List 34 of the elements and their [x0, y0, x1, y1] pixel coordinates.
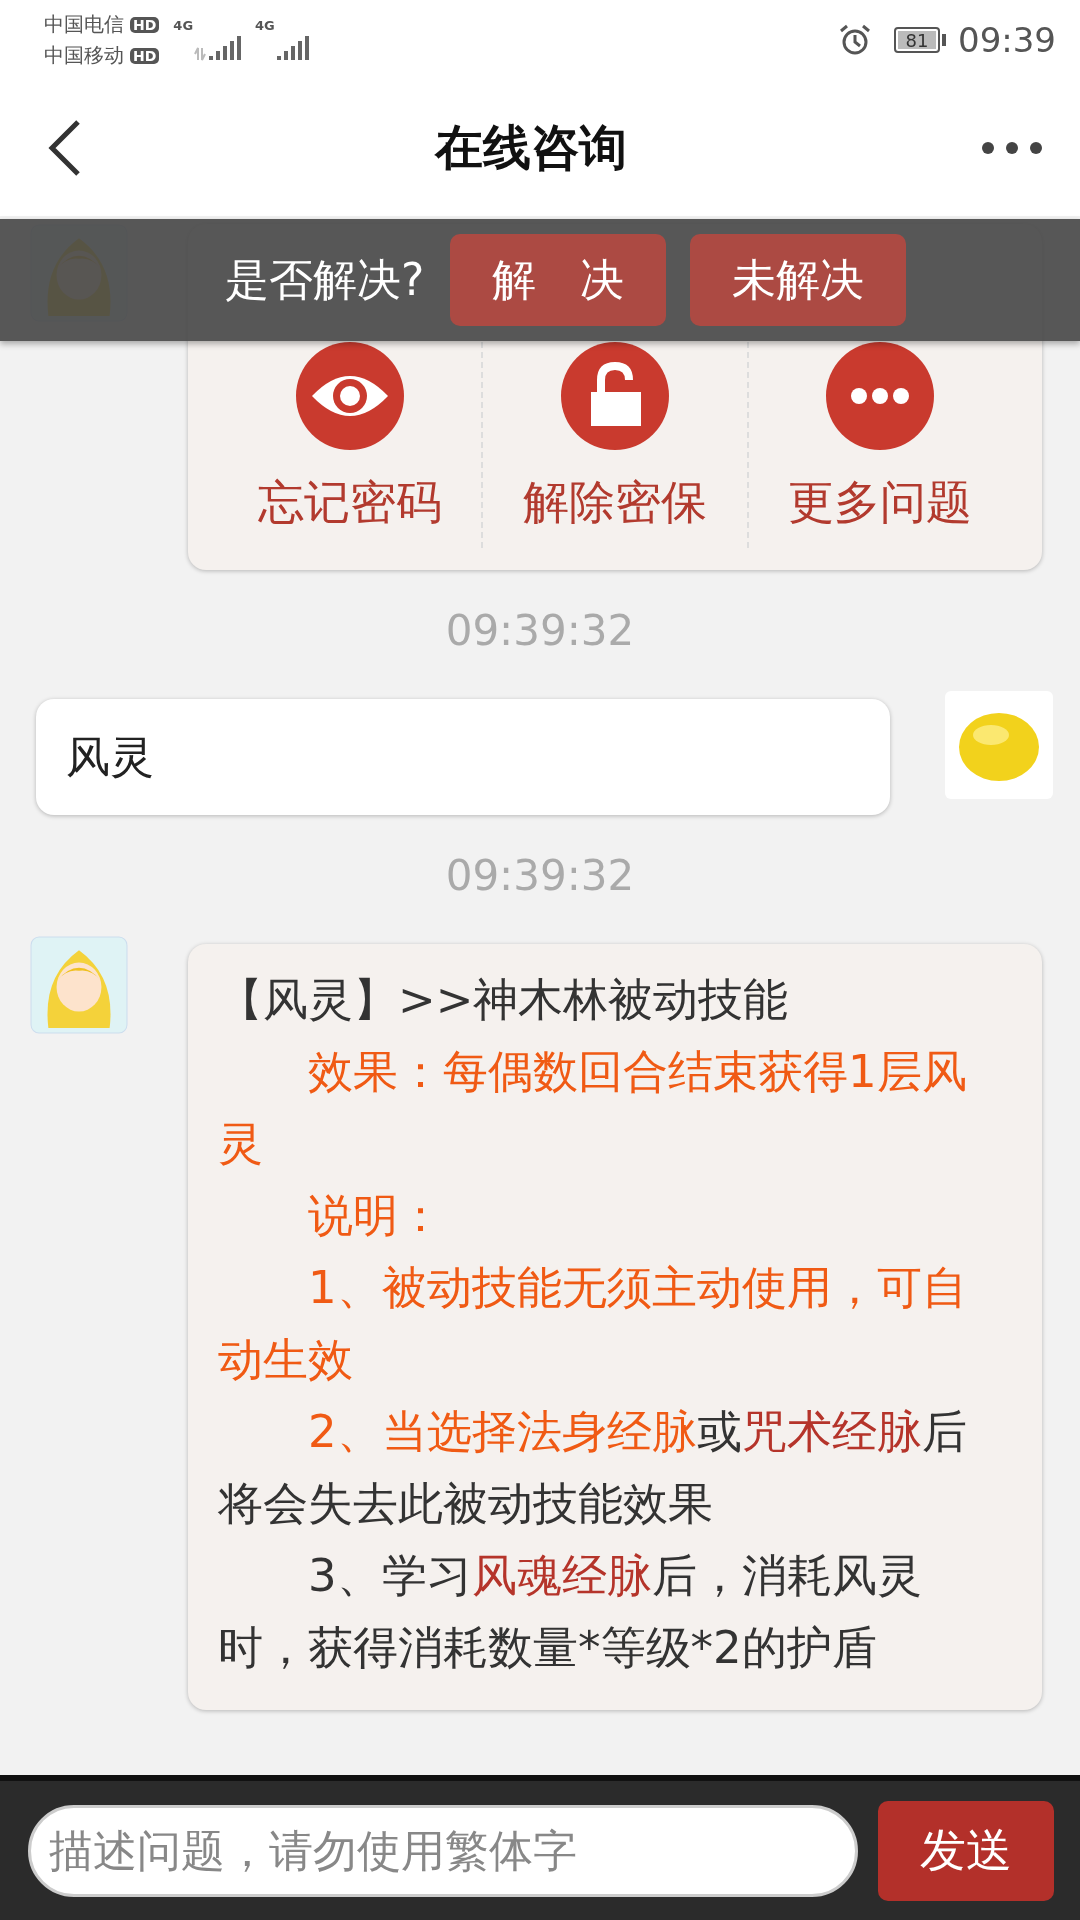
unlock-icon — [561, 342, 669, 450]
message-text: 1、被动技能无须主动使用，可自动生效 — [218, 1260, 968, 1388]
clock: 09:39 — [958, 20, 1056, 60]
more-icon — [826, 342, 935, 450]
send-button[interactable]: 发送 — [878, 1800, 1054, 1901]
resolve-button[interactable]: 未解决 — [690, 234, 907, 326]
hd-badge: HD — [130, 16, 160, 33]
menu-option[interactable]: 解除密保 — [483, 342, 749, 548]
avatar-icon — [30, 936, 128, 1034]
message-text: 2、当选择法身经脉或咒术经脉后将会失去此被动技能效果 — [218, 1404, 968, 1532]
hd-badge: HD — [130, 47, 160, 64]
message-text: 效果：每偶数回合结束获得1层风灵 — [218, 1044, 968, 1172]
message-input[interactable]: 描述问题，请勿使用繁体字 — [28, 1804, 858, 1897]
battery-level: 81 — [898, 31, 936, 49]
network-label: 4G — [173, 18, 194, 33]
page-title: 在线咨询 — [435, 118, 627, 177]
message-text: 说明： — [307, 1188, 444, 1244]
timestamp: 09:39:32 — [444, 851, 636, 900]
back-icon[interactable] — [46, 118, 82, 178]
resolve-question: 是否解决? — [225, 252, 425, 307]
message-text: 【风灵】>>神木林被动技能 — [218, 972, 790, 1028]
alarm-icon — [838, 23, 872, 57]
avatar-icon — [945, 691, 1053, 799]
more-icon[interactable] — [980, 140, 1044, 156]
message-text: 风灵 — [66, 729, 154, 784]
network-label: 4G — [255, 18, 275, 33]
carrier-name: 中国移动 — [44, 42, 124, 69]
menu-option[interactable]: 更多问题 — [748, 342, 1012, 548]
carrier-name: 中国电信 — [44, 11, 124, 38]
resolve-button[interactable]: 解 决 — [450, 234, 667, 326]
menu-option[interactable]: 忘记密码 — [218, 342, 484, 548]
eye-icon — [295, 342, 404, 450]
timestamp: 09:39:32 — [444, 606, 636, 655]
message-text: 3、学习风魂经脉后，消耗风灵时，获得消耗数量*等级*2的护盾 — [218, 1548, 923, 1676]
